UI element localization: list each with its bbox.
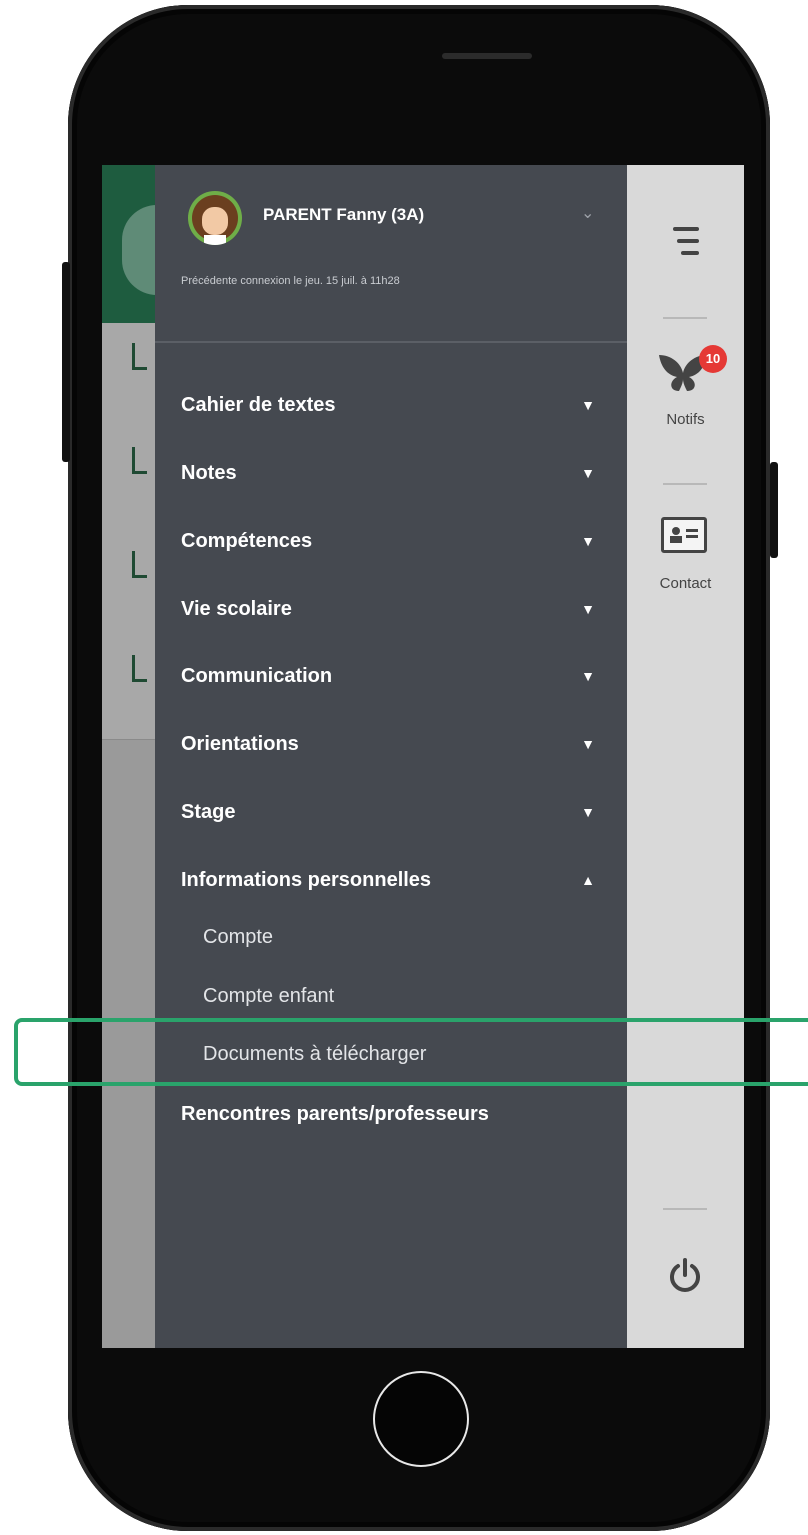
phone-speaker xyxy=(442,53,532,59)
chevron-up-icon: ▲ xyxy=(581,872,595,888)
background-row xyxy=(102,323,155,428)
menu-item-cahier-de-textes[interactable]: Cahier de textes ▼ xyxy=(181,385,601,425)
submenu-item-compte[interactable]: Compte xyxy=(203,917,603,957)
background-page xyxy=(102,165,192,1348)
menu-item-communication[interactable]: Communication ▼ xyxy=(181,656,601,696)
last-login-text: Précédente connexion le jeu. 15 juil. à … xyxy=(181,275,400,287)
menu-item-rencontres[interactable]: Rencontres parents/professeurs xyxy=(181,1094,601,1134)
menu-item-notes[interactable]: Notes ▼ xyxy=(181,453,601,493)
menu-item-orientations[interactable]: Orientations ▼ xyxy=(181,724,601,764)
menu-item-label: Notes xyxy=(181,462,237,484)
power-icon[interactable] xyxy=(667,1258,703,1294)
hamburger-menu-icon[interactable] xyxy=(673,223,699,263)
highlight-documents-a-telecharger xyxy=(14,1018,808,1086)
rail-separator xyxy=(663,1208,707,1210)
background-row xyxy=(102,531,155,636)
menu-item-informations-personnelles[interactable]: Informations personnelles ▲ xyxy=(181,860,601,900)
background-row xyxy=(102,427,155,532)
chevron-down-icon: ▼ xyxy=(581,397,595,413)
notifs-label[interactable]: Notifs xyxy=(627,411,744,428)
chevron-down-icon: ▼ xyxy=(581,668,595,684)
menu-item-label: Vie scolaire xyxy=(181,598,292,620)
chevron-down-icon: ▼ xyxy=(581,533,595,549)
profile-name: PARENT Fanny (3A) xyxy=(263,205,425,224)
chevron-down-icon: ▼ xyxy=(581,804,595,820)
menu-item-label: Compétences xyxy=(181,530,313,552)
rail-separator xyxy=(663,483,707,485)
menu-item-competences[interactable]: Compétences ▼ xyxy=(181,521,601,561)
home-button[interactable] xyxy=(373,1371,469,1467)
menu-item-stage[interactable]: Stage ▼ xyxy=(181,792,601,832)
side-button-left xyxy=(62,262,70,462)
right-rail: 10 Notifs Contact xyxy=(627,165,744,1348)
chevron-down-icon: ▼ xyxy=(581,736,595,752)
menu-item-label: Stage xyxy=(181,801,236,823)
background-row xyxy=(102,635,155,740)
menu-item-label: Cahier de textes xyxy=(181,394,336,416)
menu-item-label: Communication xyxy=(181,665,333,687)
navigation-drawer: PARENT Fanny (3A) ⌄ Précédente connexion… xyxy=(155,165,627,1348)
rail-separator xyxy=(663,317,707,319)
contact-label[interactable]: Contact xyxy=(627,575,744,592)
menu-item-label: Orientations xyxy=(181,733,299,755)
contact-card-icon[interactable] xyxy=(661,517,707,553)
side-button-right xyxy=(770,462,778,558)
menu-item-vie-scolaire[interactable]: Vie scolaire ▼ xyxy=(181,589,601,629)
submenu-item-compte-enfant[interactable]: Compte enfant xyxy=(203,976,603,1016)
app-screen: PARENT Fanny (3A) ⌄ Précédente connexion… xyxy=(102,165,744,1348)
notification-badge: 10 xyxy=(699,345,727,373)
profile-header[interactable]: PARENT Fanny (3A) ⌄ Précédente connexion… xyxy=(155,165,627,343)
chevron-down-icon: ▼ xyxy=(581,601,595,617)
avatar xyxy=(188,191,242,245)
chevron-down-icon[interactable]: ⌄ xyxy=(581,203,594,223)
menu-item-label: Informations personnelles xyxy=(181,869,432,891)
chevron-down-icon: ▼ xyxy=(581,465,595,481)
background-header xyxy=(102,165,192,323)
